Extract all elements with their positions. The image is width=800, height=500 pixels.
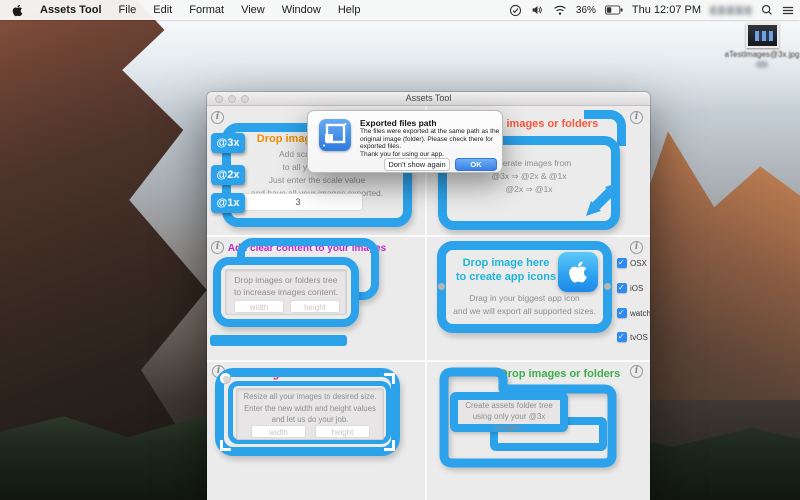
- apple-menu-icon[interactable]: [12, 4, 23, 17]
- menu-file[interactable]: File: [119, 4, 137, 16]
- apple-app-icon: [558, 252, 598, 292]
- scale-value-input[interactable]: [233, 193, 363, 211]
- panel-clear-content: Add clear content to your images Drop im…: [207, 236, 426, 361]
- panel-description: Drag in your biggest app icon and we wil…: [446, 292, 603, 318]
- tray-handle-left: [438, 283, 445, 290]
- platform-checkbox-tvos[interactable]: tvOS: [617, 332, 648, 342]
- desktop-file-label: aTestImages@3x.jpg: [720, 50, 800, 59]
- panel-description: Create assets folder tree using only you…: [458, 400, 560, 433]
- badge-2x: @2x: [211, 165, 245, 185]
- window-titlebar[interactable]: Assets Tool: [207, 92, 650, 106]
- popover-message: The files were exported at the same path…: [360, 128, 500, 158]
- badge-3x: @3x: [211, 133, 245, 153]
- ok-button[interactable]: OK: [455, 158, 497, 171]
- exported-files-popover: Exported files path The files were expor…: [307, 110, 503, 173]
- tray-strip-decoration: [210, 335, 347, 346]
- app-icon-drop-zone[interactable]: Drop image here to create app icons Drag…: [437, 241, 612, 333]
- info-icon[interactable]: [211, 111, 224, 124]
- checkbox-checked-icon[interactable]: [617, 332, 627, 342]
- battery-percentage: 36%: [576, 5, 596, 16]
- battery-icon[interactable]: [605, 5, 623, 15]
- screen: aTestImages@3x.jpg Assets Tool File Edit…: [0, 0, 800, 500]
- check-circle-menu-extra-icon[interactable]: [509, 4, 522, 17]
- platform-checkbox-osx[interactable]: OSX: [617, 258, 647, 268]
- menu-view[interactable]: View: [241, 4, 265, 16]
- double-arrow-icon: [576, 172, 632, 224]
- resize-corner-arrow-icon: [384, 373, 395, 384]
- clear-height-input[interactable]: [290, 300, 340, 313]
- info-icon[interactable]: [630, 241, 643, 254]
- resize-inner-panel: Resize all your images to desired size. …: [236, 388, 384, 440]
- desktop-file[interactable]: aTestImages@3x.jpg: [744, 23, 780, 48]
- menu-edit[interactable]: Edit: [153, 4, 172, 16]
- volume-icon[interactable]: [531, 4, 544, 16]
- menubar-clock[interactable]: Thu 12:07 PM: [632, 4, 701, 16]
- folder-file-label-box: Create assets folder tree using only you…: [450, 392, 568, 432]
- clear-inner-panel: Drop images or folders tree to increase …: [225, 269, 347, 315]
- resize-corner-arrow-icon: [220, 440, 231, 451]
- notification-center-icon[interactable]: [782, 5, 794, 16]
- panel-folder-tree: Drop images or folders Create assets fol…: [426, 361, 650, 500]
- desktop-file-label-overflow: [756, 61, 768, 68]
- menu-bar: Assets Tool File Edit Format View Window…: [0, 0, 800, 20]
- checkbox-checked-icon[interactable]: [617, 283, 627, 293]
- resize-height-input[interactable]: [315, 425, 370, 438]
- menu-format[interactable]: Format: [189, 4, 224, 16]
- menu-window[interactable]: Window: [282, 4, 321, 16]
- panel-resize: Drag in to resize Resize all your images…: [207, 361, 426, 500]
- resize-width-input[interactable]: [251, 425, 306, 438]
- spotlight-search-icon[interactable]: [761, 4, 773, 16]
- clear-width-input[interactable]: [234, 300, 284, 313]
- platform-checkbox-watch[interactable]: watch: [617, 308, 650, 318]
- tray-handle-right: [604, 283, 611, 290]
- badge-1x: @1x: [211, 193, 245, 213]
- platform-checkbox-ios[interactable]: iOS: [617, 283, 643, 293]
- checkbox-checked-icon[interactable]: [617, 258, 627, 268]
- menu-help[interactable]: Help: [338, 4, 361, 16]
- dont-show-again-button[interactable]: Don't show again: [384, 158, 450, 171]
- menubar-user-name-redacted[interactable]: [710, 6, 752, 15]
- menubar-app-name[interactable]: Assets Tool: [40, 4, 102, 16]
- panel-description: Drop images or folders tree to increase …: [226, 274, 346, 298]
- resize-corner-arrow-icon: [384, 440, 395, 451]
- checkbox-checked-icon[interactable]: [617, 308, 627, 318]
- panel-title: Drop image here to create app icons: [446, 256, 566, 284]
- panel-description: Resize all your images to desired size. …: [237, 391, 383, 426]
- popover-title: Exported files path: [360, 118, 437, 128]
- desktop-file-thumbnail[interactable]: [746, 23, 779, 48]
- assets-tool-app-icon: [319, 119, 351, 151]
- window-title: Assets Tool: [207, 93, 650, 103]
- wifi-icon[interactable]: [553, 4, 567, 16]
- panel-app-icons: Drop image here to create app icons Drag…: [426, 236, 650, 361]
- resize-corner-arrow-icon: [220, 373, 231, 384]
